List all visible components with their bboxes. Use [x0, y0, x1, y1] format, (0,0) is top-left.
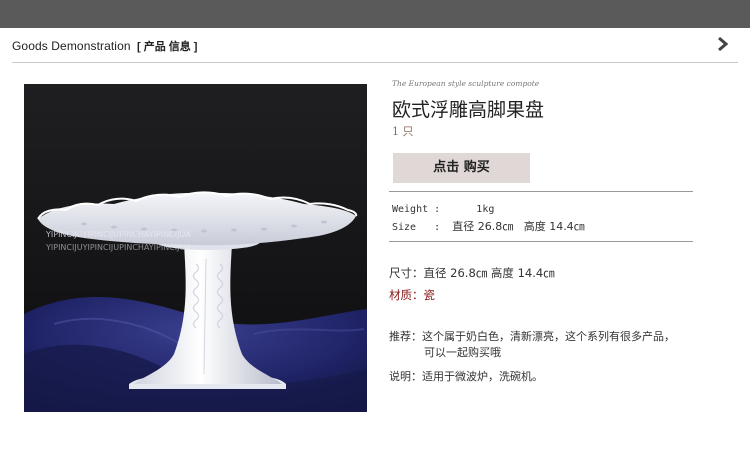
- top-bar: [0, 0, 750, 28]
- product-subtitle: The European style sculpture compote: [392, 79, 540, 88]
- spec-divider-bottom: [389, 241, 693, 242]
- spec-divider-top: [389, 191, 693, 192]
- spec-size: Size : 直径 26.8㎝ 高度 14.4㎝: [392, 218, 585, 234]
- spec-size-label: Size :: [392, 222, 441, 233]
- detail-material-label: 材质：: [389, 288, 424, 302]
- detail-size: 尺寸：直径 26.8㎝ 高度 14.4㎝: [389, 265, 555, 281]
- usage-label: 说明：: [389, 370, 422, 383]
- detail-material: 材质：瓷: [389, 287, 435, 303]
- spec-weight: Weight : 1kg: [392, 204, 494, 215]
- header-divider: [12, 62, 738, 63]
- photo-watermark-2: YIPINCIJUYIPINCIJUPINCHAYIPINCIJUA: [45, 243, 191, 252]
- section-title-cn: [ 产品 信息 ]: [136, 41, 198, 53]
- recommend-text-line2: 可以一起购买哦: [424, 346, 501, 359]
- buy-button[interactable]: 点击 购买: [393, 153, 530, 183]
- product-photo: YIPINCIJUYIPINCIJUPINCHAYIPINCIJUA YIPIN…: [24, 84, 367, 412]
- section-title: Goods Demonstration [ 产品 信息 ]: [12, 38, 197, 54]
- recommend-label: 推荐：: [389, 330, 422, 343]
- recommend-text-line1: 这个属于奶白色，清新漂亮，这个系列有很多产品，: [422, 330, 675, 343]
- spec-weight-value: 1kg: [476, 204, 495, 215]
- usage-note: 说明：适用于微波炉，洗碗机。: [389, 369, 543, 385]
- spec-size-value: 直径 26.8㎝ 高度 14.4㎝: [452, 220, 585, 233]
- spec-weight-label: Weight :: [392, 204, 441, 215]
- chevron-right-icon[interactable]: [716, 36, 730, 52]
- photo-watermark-1: YIPINCIJUYIPINCIJUPINCHAYIPINCIJUA: [45, 230, 191, 239]
- usage-text: 适用于微波炉，洗碗机。: [422, 370, 543, 383]
- section-header: Goods Demonstration [ 产品 信息 ]: [0, 28, 750, 62]
- recommend-note: 推荐：这个属于奶白色，清新漂亮，这个系列有很多产品， 可以一起购买哦: [389, 329, 709, 361]
- detail-size-label: 尺寸：: [389, 266, 424, 280]
- detail-size-value: 直径 26.8㎝ 高度 14.4㎝: [423, 266, 555, 280]
- product-name: 欧式浮雕高脚果盘: [392, 99, 545, 121]
- product-quantity: 1 只: [392, 125, 414, 138]
- section-title-en: Goods Demonstration: [12, 39, 131, 53]
- detail-material-value: 瓷: [423, 288, 436, 302]
